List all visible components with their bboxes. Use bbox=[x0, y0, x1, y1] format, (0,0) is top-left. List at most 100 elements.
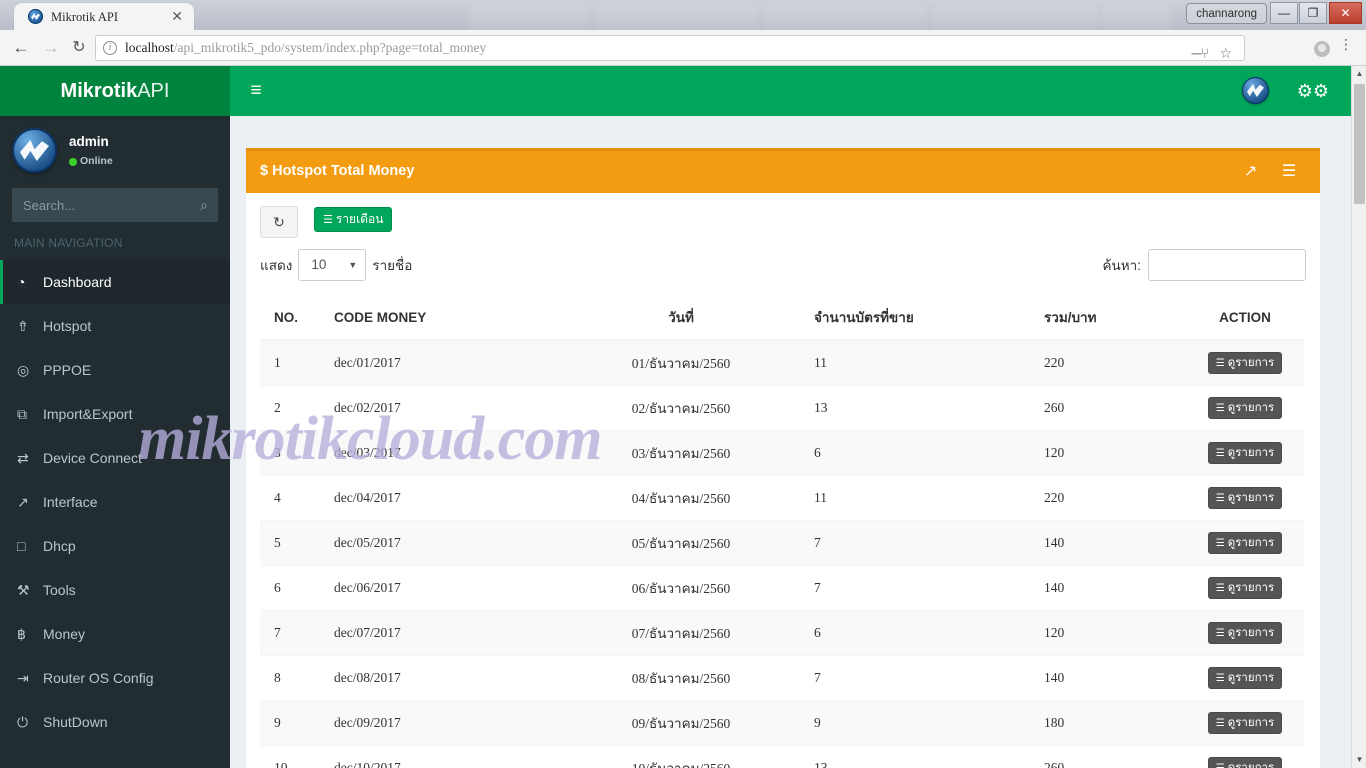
view-details-button[interactable]: ☰ดูรายการ bbox=[1207, 487, 1283, 509]
profile-avatar-icon[interactable] bbox=[1314, 41, 1330, 57]
cell-date: 05/ธันวาคม/2560 bbox=[556, 520, 806, 566]
sidebar-item-router-os-config[interactable]: ⇥ Router OS Config bbox=[0, 656, 230, 700]
window-minimize-button[interactable]: — bbox=[1270, 2, 1298, 24]
cell-sum: 120 bbox=[1036, 430, 1186, 476]
sidebar-item-pppoe[interactable]: ◎ PPPOE bbox=[0, 348, 230, 392]
sidebar-item-dashboard[interactable]: ◔ Dashboard bbox=[0, 260, 230, 304]
view-details-button[interactable]: ☰ดูรายการ bbox=[1207, 397, 1283, 419]
view-details-button[interactable]: ☰ดูรายการ bbox=[1207, 577, 1283, 599]
refresh-button[interactable]: ↻ bbox=[260, 206, 298, 238]
browser-tab-active[interactable]: Mikrotik API ✕ bbox=[14, 3, 194, 30]
view-details-button[interactable]: ☰ดูรายการ bbox=[1207, 667, 1283, 689]
cell-code: dec/07/2017 bbox=[326, 610, 556, 656]
view-details-button[interactable]: ☰ดูรายการ bbox=[1207, 712, 1283, 734]
view-details-button[interactable]: ☰ดูรายการ bbox=[1207, 622, 1283, 644]
top-navbar: ≡ ⚙⚙ bbox=[230, 66, 1351, 116]
cell-no: 10 bbox=[260, 745, 326, 768]
page-scrollbar[interactable]: ▲ ▼ bbox=[1351, 66, 1366, 768]
bookmark-star-icon[interactable]: ☆ bbox=[1219, 45, 1232, 62]
sidebar-item-device-connect[interactable]: ⇄ Device Connect bbox=[0, 436, 230, 480]
cell-no: 9 bbox=[260, 700, 326, 746]
window-close-button[interactable]: ✕ bbox=[1329, 2, 1362, 24]
monthly-report-button[interactable]: ☰ รายเดือน bbox=[314, 207, 393, 232]
cell-qty: 7 bbox=[806, 565, 1036, 611]
window-user-label[interactable]: channarong bbox=[1186, 3, 1267, 24]
search-icon[interactable]: ⌕ bbox=[200, 197, 208, 213]
sidebar-item-dhcp[interactable]: □ Dhcp bbox=[0, 524, 230, 568]
close-tab-icon[interactable]: ✕ bbox=[171, 9, 183, 23]
cell-qty: 7 bbox=[806, 655, 1036, 701]
browser-titlebar: Mikrotik API ✕ channarong — ❐ ✕ bbox=[0, 0, 1366, 30]
cell-date: 09/ธันวาคม/2560 bbox=[556, 700, 806, 746]
scroll-down-icon[interactable]: ▼ bbox=[1352, 752, 1366, 768]
address-bar[interactable]: i localhost/api_mikrotik5_pdo/system/ind… bbox=[95, 35, 1245, 61]
app-logo-light: API bbox=[137, 80, 170, 102]
cell-code: dec/06/2017 bbox=[326, 565, 556, 611]
view-details-button[interactable]: ☰ดูรายการ bbox=[1207, 442, 1283, 464]
hamburger-menu-icon[interactable]: ≡ bbox=[243, 79, 269, 103]
sidebar-item-import-export[interactable]: ⧉ Import&Export bbox=[0, 392, 230, 436]
view-details-button[interactable]: ☰ดูรายการ bbox=[1207, 532, 1283, 554]
cell-qty: 11 bbox=[806, 475, 1036, 521]
list-view-icon[interactable]: ☰ bbox=[1272, 160, 1306, 184]
column-header-code[interactable]: CODE MONEY bbox=[326, 297, 556, 341]
table-row: 3 dec/03/2017 03/ธันวาคม/2560 6 120 ☰ ดูร… bbox=[260, 430, 1304, 476]
column-header-action: ACTION bbox=[1186, 297, 1304, 341]
sidebar-item-interface[interactable]: ↗ Interface bbox=[0, 480, 230, 524]
password-key-icon[interactable]: ─⑂ bbox=[1192, 45, 1209, 61]
chrome-menu-icon[interactable]: ⋮ bbox=[1339, 37, 1353, 51]
cell-qty: 7 bbox=[806, 520, 1036, 566]
cell-action: ☰ดูรายการ bbox=[1186, 520, 1304, 566]
column-header-date[interactable]: วันที่ bbox=[556, 297, 806, 341]
view-details-button[interactable]: ☰ดูรายการ bbox=[1207, 757, 1283, 768]
scroll-up-icon[interactable]: ▲ bbox=[1352, 66, 1366, 82]
table-row: 6 dec/06/2017 06/ธันวาคม/2560 7 140 ☰ ดูร… bbox=[260, 565, 1304, 611]
scrollbar-thumb[interactable] bbox=[1354, 84, 1365, 204]
column-header-no[interactable]: NO. bbox=[260, 297, 326, 341]
cell-code: dec/05/2017 bbox=[326, 520, 556, 566]
cell-action: ☰ดูรายการ bbox=[1186, 745, 1304, 768]
mikrotik-logo-icon[interactable] bbox=[1242, 77, 1269, 104]
sitemap-icon: ⧉ bbox=[17, 406, 27, 422]
chart-view-icon[interactable]: ↗ bbox=[1234, 160, 1268, 184]
gears-icon[interactable]: ⚙⚙ bbox=[1297, 81, 1329, 101]
cell-qty: 6 bbox=[806, 610, 1036, 656]
column-header-qty[interactable]: จำนานบัตรที่ขาย bbox=[806, 297, 1036, 341]
list-icon: ☰ bbox=[1215, 718, 1225, 729]
total-money-box: $ Hotspot Total Money ↗ ☰ ↻ ☰ รายเดือน แส… bbox=[246, 148, 1320, 768]
cell-sum: 120 bbox=[1036, 610, 1186, 656]
sidebar-search[interactable]: ⌕ bbox=[12, 188, 218, 222]
sidebar-item-label: Tools bbox=[43, 582, 76, 598]
cell-action: ☰ดูรายการ bbox=[1186, 655, 1304, 701]
sidebar-item-hotspot[interactable]: ⇮ Hotspot bbox=[0, 304, 230, 348]
view-details-label: ดูรายการ bbox=[1227, 762, 1275, 768]
site-info-icon[interactable]: i bbox=[103, 41, 117, 55]
list-icon: ☰ bbox=[1216, 763, 1225, 768]
exchange-icon: ⇄ bbox=[17, 450, 29, 466]
sidebar-item-tools[interactable]: ⚒ Tools bbox=[0, 568, 230, 612]
cell-action: ☰ดูรายการ bbox=[1186, 385, 1304, 431]
back-icon[interactable]: ← bbox=[10, 37, 32, 59]
background-tabs[interactable] bbox=[470, 3, 1170, 30]
view-details-label: ดูรายการ bbox=[1227, 402, 1275, 414]
table-search-input[interactable] bbox=[1148, 249, 1306, 281]
chevron-down-icon: ▼ bbox=[348, 260, 358, 270]
list-icon: ☰ bbox=[1215, 628, 1225, 639]
sidebar-item-label: Import&Export bbox=[43, 406, 133, 422]
sidebar-item-shutdown[interactable]: ⏻ ShutDown bbox=[0, 700, 230, 744]
main-content: $ Hotspot Total Money ↗ ☰ ↻ ☰ รายเดือน แส… bbox=[230, 116, 1351, 768]
view-details-button[interactable]: ☰ดูรายการ bbox=[1207, 352, 1283, 374]
page-length-select[interactable]: 10 ▼ bbox=[298, 249, 367, 281]
forward-icon[interactable]: → bbox=[40, 37, 62, 59]
chart-line-icon: ↗ bbox=[17, 494, 29, 510]
window-maximize-button[interactable]: ❐ bbox=[1299, 2, 1327, 24]
search-input[interactable] bbox=[13, 189, 217, 221]
cell-qty: 6 bbox=[806, 430, 1036, 476]
sidebar-item-money[interactable]: ฿ Money bbox=[0, 612, 230, 656]
view-details-label: ดูรายการ bbox=[1227, 627, 1275, 639]
column-header-sum[interactable]: รวม/บาท bbox=[1036, 297, 1186, 341]
cell-qty: 9 bbox=[806, 700, 1036, 746]
sidebar-item-label: Dashboard bbox=[43, 274, 112, 290]
app-logo[interactable]: MikrotikAPI bbox=[0, 66, 230, 116]
reload-icon[interactable]: ↻ bbox=[68, 37, 90, 59]
